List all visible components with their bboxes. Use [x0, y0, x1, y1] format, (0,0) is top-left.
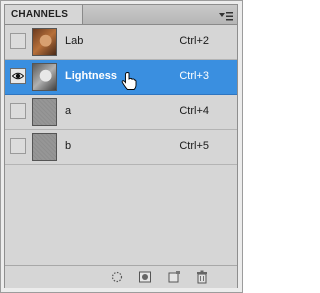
panel-footer	[5, 265, 237, 288]
channel-shortcut: Ctrl+4	[179, 105, 209, 117]
channel-name: Lab	[65, 35, 84, 47]
trash-icon[interactable]	[194, 269, 210, 285]
save-selection-icon[interactable]	[137, 269, 153, 285]
channel-list: Lab Ctrl+2 Lightness Ctrl+3 a Ctrl+4 b C…	[5, 25, 237, 258]
channels-panel: CHANNELS Lab Ctrl+2 Lightness Ctrl+3 a C…	[4, 4, 238, 288]
visibility-toggle[interactable]	[10, 103, 26, 119]
channel-row-b[interactable]: b Ctrl+5	[5, 130, 237, 165]
channel-thumbnail	[32, 98, 57, 126]
panel-tab-bar: CHANNELS	[5, 5, 237, 25]
load-selection-icon[interactable]	[109, 269, 125, 285]
channel-name: Lightness	[65, 70, 117, 82]
visibility-toggle[interactable]	[10, 33, 26, 49]
channel-row-lab[interactable]: Lab Ctrl+2	[5, 25, 237, 60]
channel-row-a[interactable]: a Ctrl+4	[5, 95, 237, 130]
visibility-toggle[interactable]	[10, 138, 26, 154]
eye-icon	[12, 72, 24, 80]
panel-frame: CHANNELS Lab Ctrl+2 Lightness Ctrl+3 a C…	[0, 0, 243, 293]
new-channel-icon[interactable]	[166, 269, 182, 285]
panel-menu-icon[interactable]	[219, 9, 233, 21]
channel-shortcut: Ctrl+3	[179, 70, 209, 82]
channel-thumbnail	[32, 63, 57, 91]
visibility-toggle[interactable]	[10, 68, 26, 84]
channel-thumbnail	[32, 28, 57, 56]
channel-name: a	[65, 105, 72, 117]
hand-cursor-icon	[121, 72, 137, 95]
channel-name: b	[65, 140, 72, 152]
tab-channels[interactable]: CHANNELS	[5, 5, 83, 24]
channel-shortcut: Ctrl+2	[179, 35, 209, 47]
channel-row-lightness[interactable]: Lightness Ctrl+3	[5, 60, 237, 95]
channel-thumbnail	[32, 133, 57, 161]
channel-shortcut: Ctrl+5	[179, 140, 209, 152]
